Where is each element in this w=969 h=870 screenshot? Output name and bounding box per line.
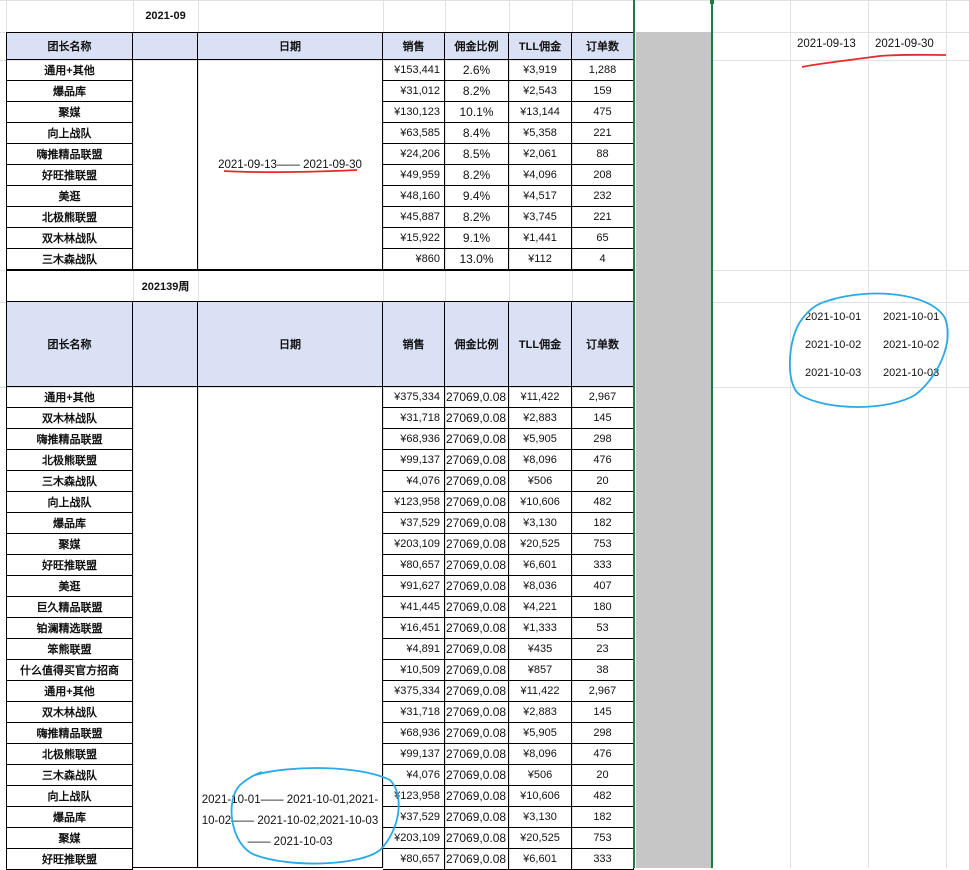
red-underline-side-annotation xyxy=(801,53,947,68)
blue-circle-table-annotation xyxy=(230,767,400,865)
blue-circle-side-annotation xyxy=(788,292,949,408)
annotation-layer xyxy=(223,53,949,865)
red-underline-annotation xyxy=(223,169,358,173)
